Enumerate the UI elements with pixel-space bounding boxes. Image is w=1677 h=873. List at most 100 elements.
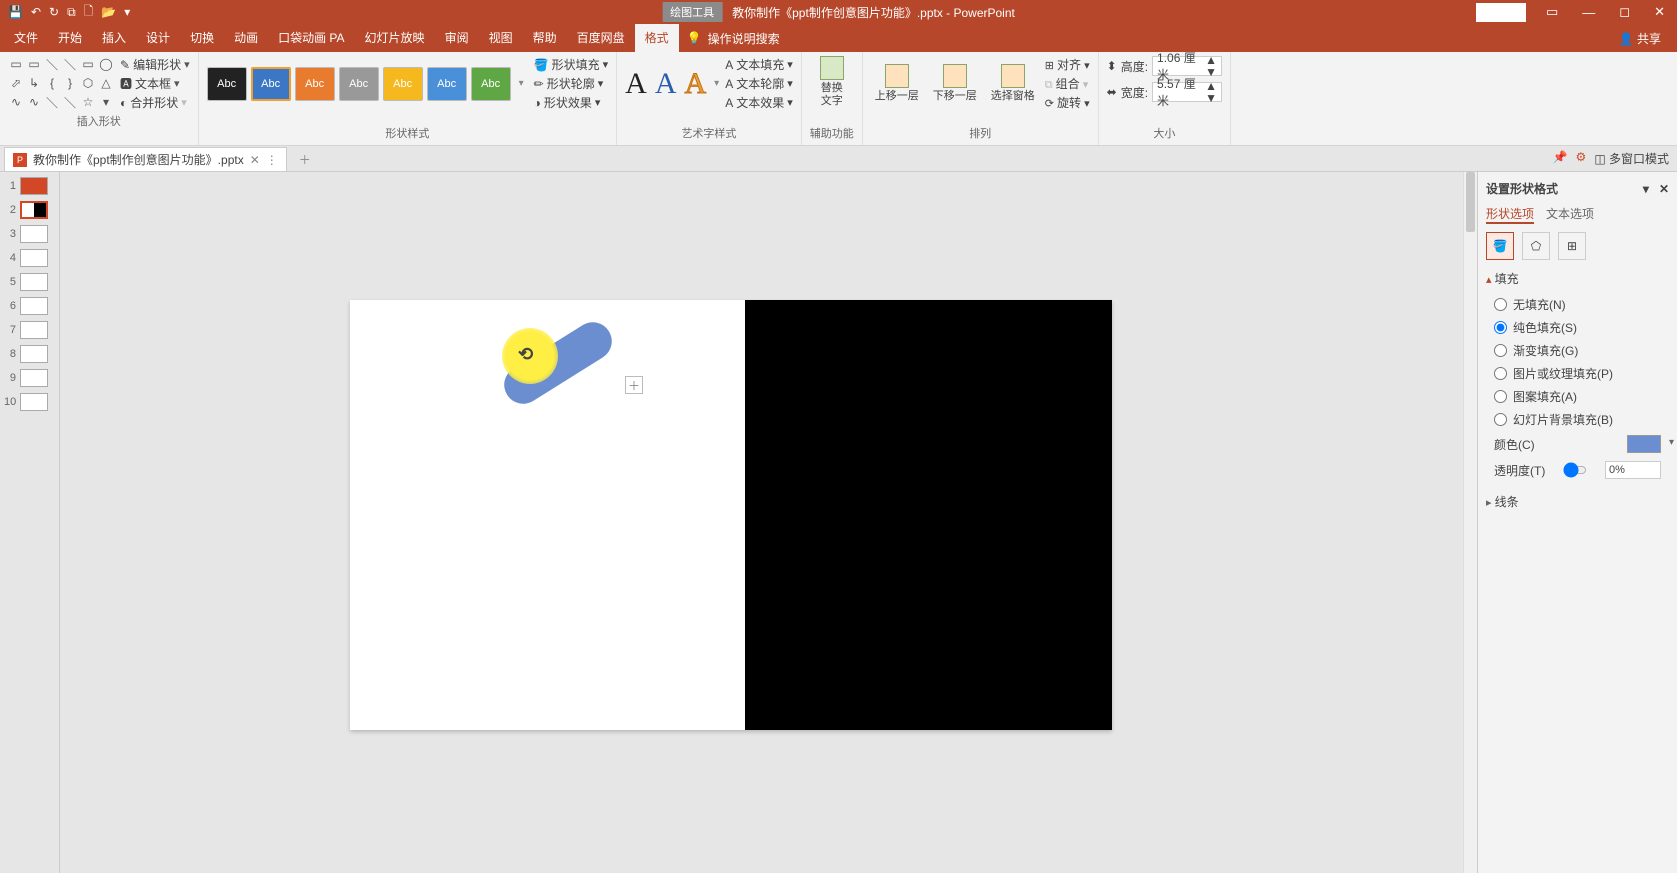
radio-solid-fill[interactable]: 纯色填充(S) (1486, 316, 1669, 339)
tab-review[interactable]: 审阅 (435, 24, 479, 52)
text-fill-button[interactable]: A文本填充 ▾ (725, 56, 793, 73)
shape-oval-icon[interactable]: ◯ (98, 56, 114, 72)
tab-slideshow[interactable]: 幻灯片放映 (355, 24, 435, 52)
size-properties-category-icon[interactable]: ⊞ (1558, 232, 1586, 260)
text-effects-button[interactable]: A文本效果 ▾ (725, 94, 793, 111)
radio-slide-bg-fill[interactable]: 幻灯片背景填充(B) (1486, 408, 1669, 431)
shape-effects-button[interactable]: ◑形状效果 ▾ (534, 94, 609, 111)
shape-style-gallery[interactable]: Abc Abc Abc Abc Abc Abc Abc ▾ (207, 67, 528, 101)
radio-pattern-fill[interactable]: 图案填充(A) (1486, 385, 1669, 408)
slide-thumbnails-panel[interactable]: 1 2 3 4 5 6 7 8 9 10 (0, 172, 60, 873)
maximize-icon[interactable]: ◻ (1607, 4, 1642, 20)
send-backward-button[interactable]: 下移一层 (929, 64, 981, 103)
style-gallery-more-icon[interactable]: ▾ (515, 78, 528, 89)
shape-rectangle2-icon[interactable]: ▭ (26, 56, 42, 72)
ribbon-display-icon[interactable]: ▭ (1534, 4, 1570, 20)
tab-shape-options[interactable]: 形状选项 (1486, 205, 1534, 224)
thumbnail-3[interactable]: 3 (0, 222, 59, 246)
shape-curve2-icon[interactable]: ∿ (26, 94, 42, 110)
group-button[interactable]: ⧉ 组合 ▾ (1045, 75, 1090, 92)
black-rectangle-shape[interactable] (745, 300, 1112, 730)
scrollbar-thumb[interactable] (1466, 172, 1475, 232)
thumbnail-6[interactable]: 6 (0, 294, 59, 318)
tab-file[interactable]: 文件 (4, 24, 48, 52)
shapes-gallery[interactable]: ▭ ▭ ＼ ＼ ▭ ◯ ⬀ ↳ { } ⬡ △ ∿ ∿ ＼ ＼ ☆ (8, 56, 114, 111)
gear-icon[interactable]: ⚙ (1576, 150, 1587, 167)
thumbnail-1[interactable]: 1 (0, 174, 59, 198)
thumbnail-8[interactable]: 8 (0, 342, 59, 366)
tab-animation[interactable]: 动画 (224, 24, 268, 52)
fill-line-category-icon[interactable]: 🪣 (1486, 232, 1514, 260)
slide-canvas-area[interactable]: ⟲ ＋ (60, 172, 1477, 873)
tab-insert[interactable]: 插入 (92, 24, 136, 52)
wordart-more-icon[interactable]: ▾ (714, 78, 719, 89)
thumbnail-2[interactable]: 2 (0, 198, 59, 222)
shape-brace2-icon[interactable]: } (62, 75, 78, 91)
start-from-beginning-icon[interactable]: ⧉ (67, 5, 76, 20)
style-swatch-1[interactable]: Abc (207, 67, 247, 101)
pane-menu-icon[interactable]: ▾ (1643, 182, 1649, 196)
tab-view[interactable]: 视图 (479, 24, 523, 52)
minimize-icon[interactable]: ― (1570, 5, 1607, 20)
style-swatch-7[interactable]: Abc (471, 67, 511, 101)
wordart-style-2[interactable]: A (655, 67, 677, 101)
slide[interactable]: ⟲ ＋ (350, 300, 1112, 730)
fill-section-header[interactable]: ▴ 填充 (1486, 270, 1669, 287)
multi-window-button[interactable]: ◫ 多窗口模式 (1594, 150, 1669, 167)
radio-no-fill[interactable]: 无填充(N) (1486, 293, 1669, 316)
thumbnail-10[interactable]: 10 (0, 390, 59, 414)
pane-close-icon[interactable]: ✕ (1659, 182, 1669, 196)
tab-text-options[interactable]: 文本选项 (1546, 205, 1594, 224)
wordart-gallery[interactable]: A A A ▾ (625, 67, 719, 101)
width-input[interactable]: 5.57 厘米▲▼ (1152, 82, 1222, 102)
open-icon[interactable]: 📂 (101, 5, 116, 19)
radio-picture-fill[interactable]: 图片或纹理填充(P) (1486, 362, 1669, 385)
tab-design[interactable]: 设计 (136, 24, 180, 52)
close-icon[interactable]: ✕ (1642, 4, 1677, 20)
text-outline-button[interactable]: A文本轮廓 ▾ (725, 75, 793, 92)
document-tab-close-icon[interactable]: ✕ (250, 153, 260, 167)
new-tab-button[interactable]: ＋ (293, 148, 317, 171)
shape-hex-icon[interactable]: ⬡ (80, 75, 96, 91)
height-input[interactable]: 1.06 厘米▲▼ (1152, 56, 1222, 76)
shape-tri-icon[interactable]: △ (98, 75, 114, 91)
tab-home[interactable]: 开始 (48, 24, 92, 52)
transparency-slider[interactable] (1563, 462, 1587, 478)
tab-help[interactable]: 帮助 (523, 24, 567, 52)
tab-baidu[interactable]: 百度网盘 (567, 24, 635, 52)
shape-line3-icon[interactable]: ＼ (44, 94, 60, 110)
document-tab-menu-icon[interactable]: ⋮ (266, 153, 278, 167)
line-section-header[interactable]: ▸ 线条 (1486, 493, 1669, 510)
width-spinner[interactable]: ▲▼ (1205, 80, 1217, 104)
tab-transition[interactable]: 切换 (180, 24, 224, 52)
shape-fill-button[interactable]: 🪣形状填充 ▾ (534, 56, 609, 73)
shape-arrow-icon[interactable]: ⬀ (8, 75, 24, 91)
share-button[interactable]: 👤 共享 (1607, 30, 1673, 47)
style-swatch-3[interactable]: Abc (295, 67, 335, 101)
fill-color-picker[interactable] (1627, 435, 1661, 453)
tell-me-search[interactable]: 💡 操作说明搜索 (687, 30, 780, 47)
qat-more-icon[interactable]: ▾ (124, 5, 130, 19)
shape-rect3-icon[interactable]: ▭ (80, 56, 96, 72)
redo-icon[interactable]: ↻ (49, 5, 59, 19)
shape-connector-icon[interactable]: ↳ (26, 75, 42, 91)
add-placeholder-button[interactable]: ＋ (625, 376, 643, 394)
shape-outline-button[interactable]: ✏形状轮廓 ▾ (534, 75, 609, 92)
shape-curve-icon[interactable]: ∿ (8, 94, 24, 110)
wordart-style-1[interactable]: A (625, 67, 647, 101)
rotate-button[interactable]: ⟳ 旋转 ▾ (1045, 94, 1090, 111)
height-spinner[interactable]: ▲▼ (1205, 54, 1217, 78)
vertical-scrollbar[interactable] (1463, 172, 1477, 873)
transparency-input[interactable] (1605, 461, 1661, 479)
alt-text-button[interactable]: 替换 文字 (816, 56, 848, 108)
pin-icon[interactable]: 📌 (1553, 150, 1568, 167)
thumbnail-5[interactable]: 5 (0, 270, 59, 294)
thumbnail-4[interactable]: 4 (0, 246, 59, 270)
thumbnail-7[interactable]: 7 (0, 318, 59, 342)
save-icon[interactable]: 💾 (8, 5, 23, 19)
style-swatch-4[interactable]: Abc (339, 67, 379, 101)
undo-icon[interactable]: ↶ (31, 5, 41, 19)
tab-format[interactable]: 格式 (635, 24, 679, 52)
text-box-button[interactable]: 🅰文本框 ▾ (120, 75, 190, 92)
shape-line-icon[interactable]: ＼ (44, 56, 60, 72)
